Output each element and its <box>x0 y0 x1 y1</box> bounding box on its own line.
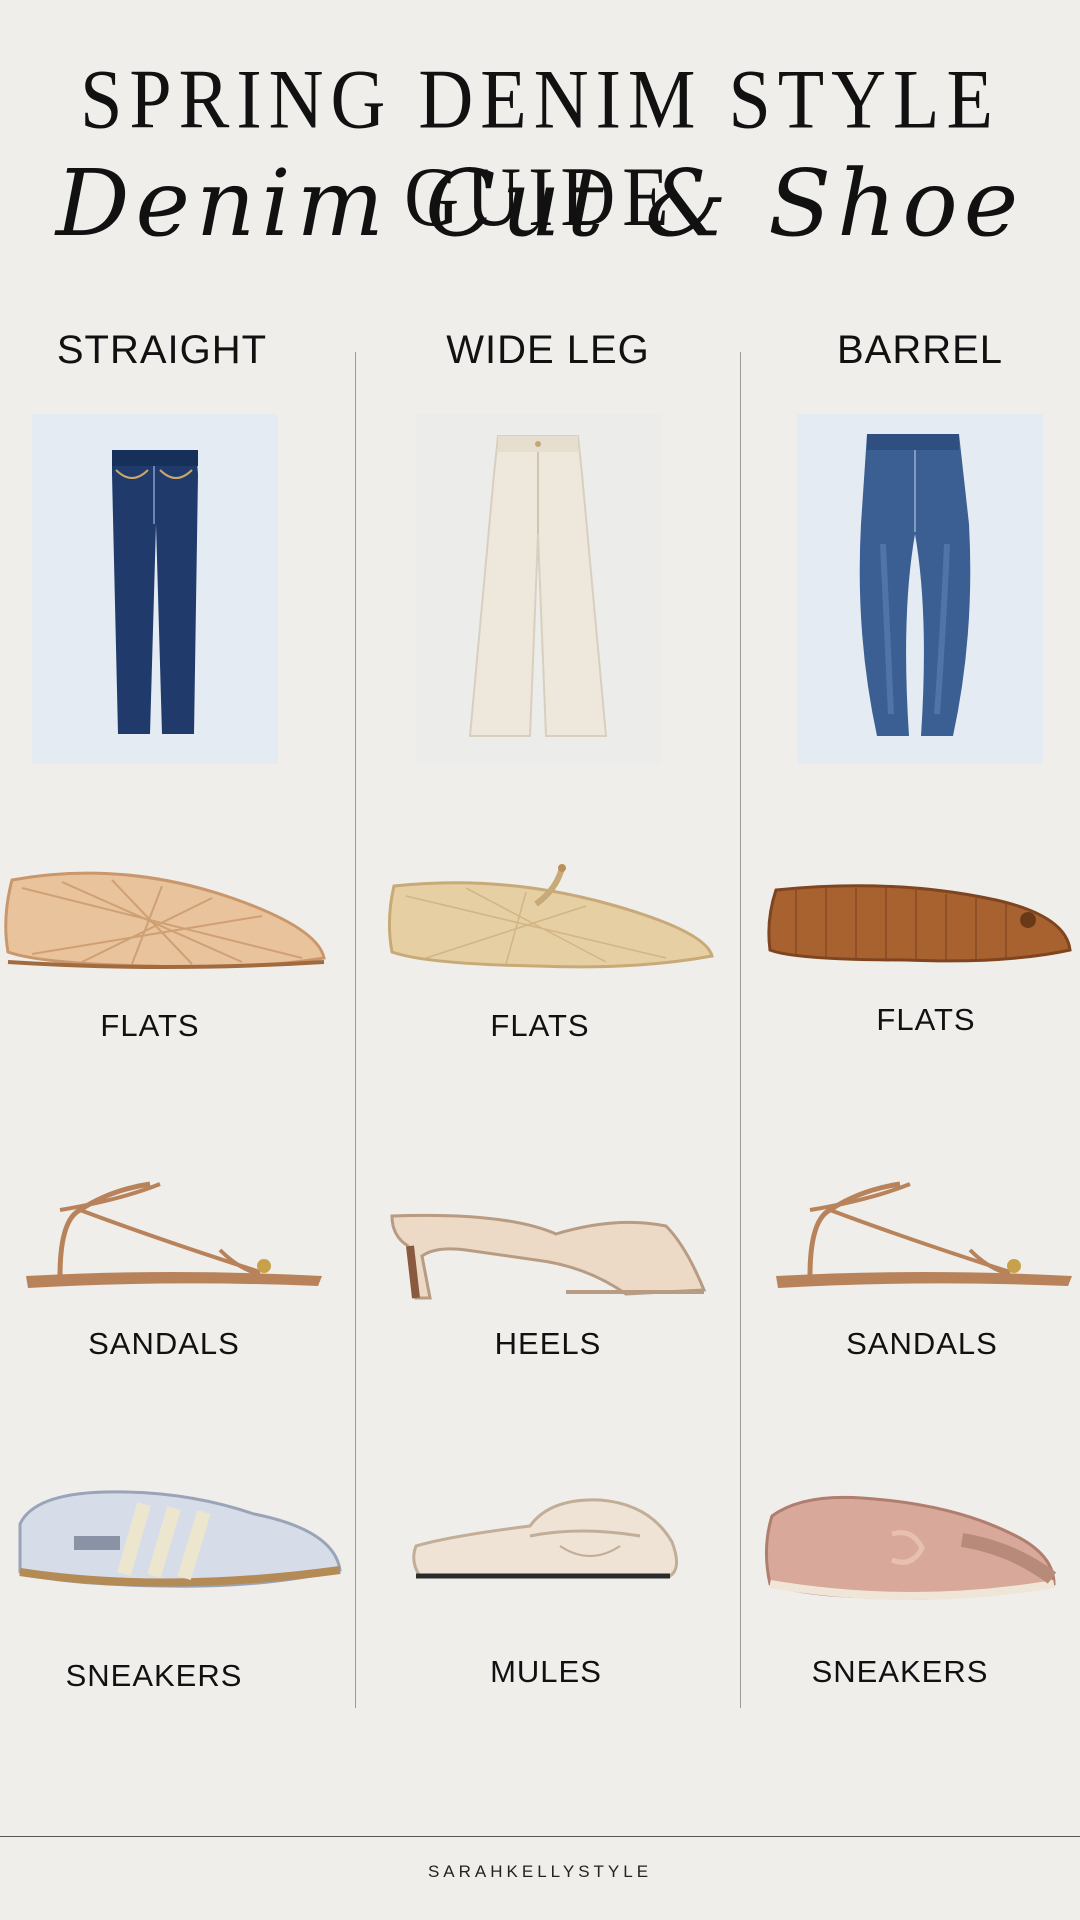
kitten-heel-mule-icon <box>386 1206 707 1311</box>
woven-ballet-flat-icon <box>766 880 1072 975</box>
strappy-sandal-icon <box>770 1180 1076 1305</box>
column-heading-straight: STRAIGHT <box>56 328 268 372</box>
barrel-jeans-image <box>797 414 1043 764</box>
strappy-sandal-icon <box>20 1180 326 1305</box>
straight-jeans-image <box>32 414 278 764</box>
satin-sneaker-icon <box>762 1488 1058 1613</box>
shoe-label: SNEAKERS <box>65 1658 243 1693</box>
shoe-label: SANDALS <box>846 1326 998 1361</box>
page-subtitle: Denim Cut & Shoe <box>55 150 1025 257</box>
retro-sneaker-icon <box>14 1484 344 1599</box>
mesh-flat-icon <box>2 858 328 979</box>
mesh-mary-jane-icon <box>386 860 716 977</box>
shoe-label: FLATS <box>100 1008 200 1043</box>
column-heading-barrel: BARREL <box>836 328 1004 372</box>
shoe-label: FLATS <box>876 1002 976 1037</box>
shoe-label: SNEAKERS <box>811 1654 989 1689</box>
column-divider <box>355 352 356 1708</box>
wide-leg-jeans-image <box>416 414 662 764</box>
shoe-label: SANDALS <box>88 1326 240 1361</box>
shoe-label: HEELS <box>494 1326 602 1361</box>
footer-brand: SARAHKELLYSTYLE <box>427 1862 653 1881</box>
column-heading-wide-leg: WIDE LEG <box>446 328 650 372</box>
column-divider <box>740 352 741 1708</box>
footer-divider <box>0 1836 1080 1837</box>
loafer-mule-icon <box>410 1496 686 1591</box>
shoe-label: FLATS <box>490 1008 590 1043</box>
shoe-label: MULES <box>490 1654 602 1689</box>
